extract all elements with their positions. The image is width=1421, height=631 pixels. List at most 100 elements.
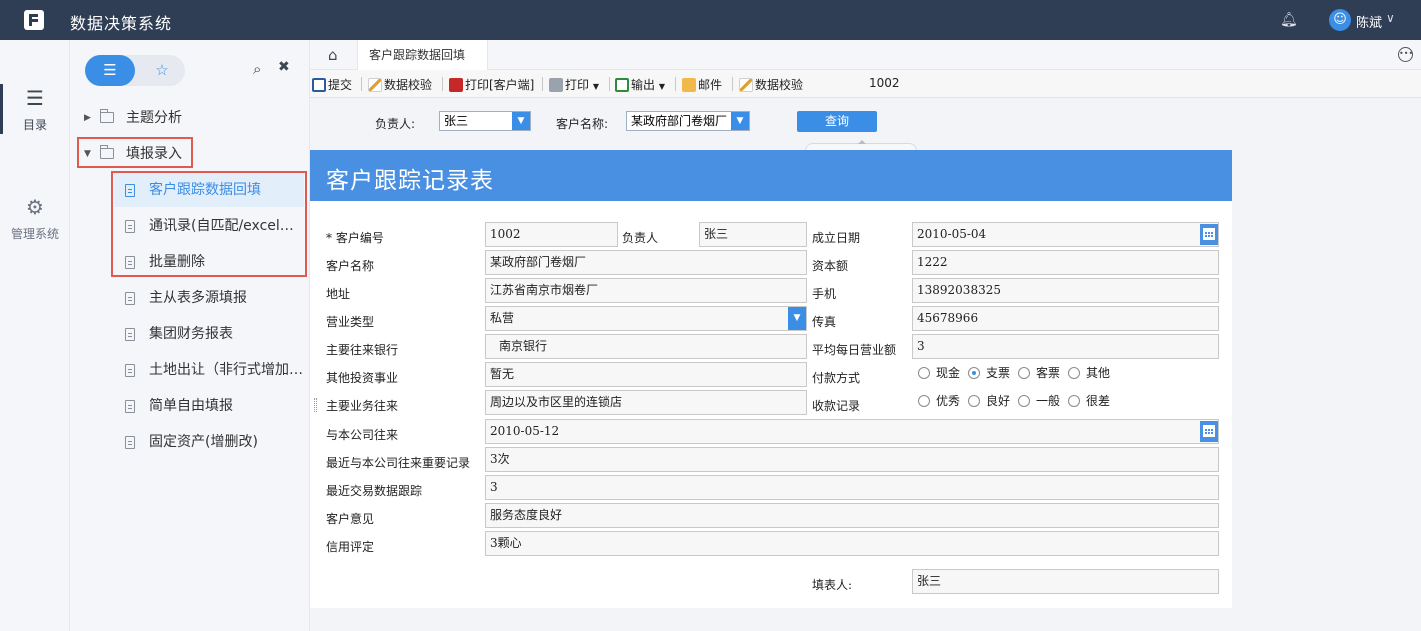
tree-item-fixed-assets[interactable]: 固定资产(增删改) [70, 424, 310, 460]
tree-item-simple-free-fill[interactable]: 简单自由填报 [70, 388, 310, 424]
since-date-field[interactable]: 2010-05-12 [485, 419, 1219, 444]
gear-icon: ⚙ [26, 195, 44, 219]
tree-folder-theme-analysis[interactable]: ▶ 主题分析 [70, 100, 310, 136]
radio-label: 很差 [1086, 394, 1111, 408]
chevron-down-icon[interactable]: ∨ [1386, 11, 1395, 25]
radio-label: 其他 [1086, 366, 1111, 380]
other-invest-field[interactable]: 暂无 [485, 362, 807, 387]
validate-button[interactable]: 数据校验 [368, 76, 432, 93]
tree-item-land-transfer[interactable]: 土地出让（非行式增加… [70, 352, 310, 388]
chevron-down-icon[interactable]: ▼ [731, 112, 749, 130]
collection-radios: 优秀 良好 一般 很差 [918, 392, 1118, 409]
radio-poor[interactable]: 很差 [1068, 392, 1110, 409]
filler-label: 填表人: [812, 578, 853, 592]
radio-circle-icon [1018, 367, 1031, 379]
favorites-star-icon[interactable]: ☆ [139, 55, 185, 86]
biz-type-select[interactable]: 私营 ▼ [485, 306, 807, 331]
list-view-button[interactable]: ☰ [85, 55, 135, 86]
field-value: 2010-05-04 [917, 227, 987, 241]
radio-label: 一般 [1036, 394, 1061, 408]
bank-field[interactable]: 南京银行 [485, 334, 807, 359]
filler-field[interactable]: 张三 [912, 569, 1219, 594]
opinion-field[interactable]: 服务态度良好 [485, 503, 1219, 528]
chevron-down-icon[interactable]: ▼ [512, 112, 530, 130]
tree-label: 主从表多源填报 [149, 290, 247, 306]
document-icon [125, 292, 135, 305]
bell-icon[interactable]: 🔔︎ [1280, 12, 1298, 28]
recent-trade-field[interactable]: 3 [485, 475, 1219, 500]
caret-right-icon[interactable]: ▶ [84, 100, 91, 136]
radio-circle-icon [1018, 395, 1031, 407]
tree-item-group-finance[interactable]: 集团财务报表 [70, 316, 310, 352]
toolbar-divider [442, 77, 443, 91]
owner-field[interactable]: 张三 [699, 222, 807, 247]
pdf-print-icon [449, 78, 463, 92]
directory-panel: ☰ ☆ ⌕ ✖ ▶ 主题分析 ▼ 填报录入 客户跟踪数据回填 通讯录(自匹配/e… [70, 40, 310, 631]
calendar-icon[interactable] [1200, 421, 1218, 442]
top-bar: 数据决策系统 🔔︎ ☺ 陈斌 ∨ [0, 0, 1421, 40]
chevron-down-icon[interactable]: ▼ [788, 307, 806, 330]
more-options-icon[interactable]: ••• [1398, 47, 1413, 62]
export-button[interactable]: 输出 ▼ [615, 76, 665, 93]
parameter-panel: 负责人: 张三 ▼ 客户名称: 某政府部门卷烟厂 ▼ 查询 [310, 98, 1421, 151]
submit-button[interactable]: 提交 [312, 76, 352, 93]
toolbar-divider [732, 77, 733, 91]
pencil-check-icon [368, 78, 382, 92]
bank-label: 主要往来银行 [326, 343, 399, 357]
print-button[interactable]: 打印 ▼ [549, 76, 599, 93]
field-value: 私营 [490, 311, 515, 325]
validate-button-2[interactable]: 数据校验 [739, 76, 803, 93]
rail-item-label: 管理系统 [10, 227, 59, 241]
drag-handle[interactable] [314, 398, 317, 412]
radio-label: 优秀 [936, 394, 961, 408]
address-field[interactable]: 江苏省南京市烟卷厂 [485, 278, 807, 303]
fax-field[interactable]: 45678966 [912, 306, 1219, 331]
radio-check[interactable]: 支票 [968, 364, 1010, 381]
rail-item-catalog[interactable]: ☰ 目录 [0, 84, 70, 133]
biz-type-label: 营业类型 [326, 315, 375, 329]
radio-average[interactable]: 一般 [1018, 392, 1060, 409]
founded-date-field[interactable]: 2010-05-04 [912, 222, 1219, 247]
capital-field[interactable]: 1222 [912, 250, 1219, 275]
radio-cash[interactable]: 现金 [918, 364, 960, 381]
cust-no-field[interactable]: 1002 [485, 222, 618, 247]
search-icon[interactable]: ⌕ [253, 60, 261, 78]
select-value: 某政府部门卷烟厂 [631, 114, 728, 128]
tree-label: 固定资产(增删改) [149, 434, 258, 450]
radio-ticket[interactable]: 客票 [1018, 364, 1060, 381]
owner-param-select[interactable]: 张三 ▼ [439, 111, 531, 131]
user-name[interactable]: 陈斌 [1356, 12, 1382, 31]
main-biz-field[interactable]: 周边以及市区里的连锁店 [485, 390, 807, 415]
tab-customer-tracking[interactable]: 客户跟踪数据回填 [357, 40, 489, 70]
tree-item-master-detail[interactable]: 主从表多源填报 [70, 280, 310, 316]
button-label: 数据校验 [755, 78, 804, 92]
report-sheet: 客户跟踪记录表 * 客户编号 1002 负责人 张三 成立日期 2010-05-… [310, 150, 1232, 608]
customer-param-select[interactable]: 某政府部门卷烟厂 ▼ [626, 111, 750, 131]
document-icon [125, 436, 135, 449]
radio-other[interactable]: 其他 [1068, 364, 1110, 381]
opinion-label: 客户意见 [326, 512, 375, 526]
radio-circle-icon [1068, 395, 1081, 407]
radio-excellent[interactable]: 优秀 [918, 392, 960, 409]
recent-important-label: 最近与本公司往来重要记录 [326, 456, 471, 470]
recent-important-field[interactable]: 3次 [485, 447, 1219, 472]
tree-label: 集团财务报表 [149, 326, 233, 342]
user-avatar-icon[interactable]: ☺ [1329, 9, 1351, 31]
export-icon [615, 78, 629, 92]
main-biz-label: 主要业务往来 [326, 399, 399, 413]
radio-circle-icon [918, 395, 930, 407]
pin-icon[interactable]: ✖ [278, 59, 290, 75]
query-button[interactable]: 查询 [797, 111, 877, 132]
radio-good[interactable]: 良好 [968, 392, 1010, 409]
calendar-icon[interactable] [1200, 224, 1218, 245]
mobile-field[interactable]: 13892038325 [912, 278, 1219, 303]
print-client-button[interactable]: 打印[客户端] [449, 76, 534, 93]
tab-bar: ⌂ 客户跟踪数据回填 ••• [310, 40, 1421, 70]
mail-button[interactable]: 邮件 [682, 76, 722, 93]
tree-label: 土地出让（非行式增加… [149, 362, 303, 378]
cust-name-field[interactable]: 某政府部门卷烟厂 [485, 250, 807, 275]
rail-item-admin[interactable]: ⚙ 管理系统 [0, 193, 70, 242]
credit-field[interactable]: 3颗心 [485, 531, 1219, 556]
daily-revenue-field[interactable]: 3 [912, 334, 1219, 359]
home-icon[interactable]: ⌂ [328, 46, 338, 64]
